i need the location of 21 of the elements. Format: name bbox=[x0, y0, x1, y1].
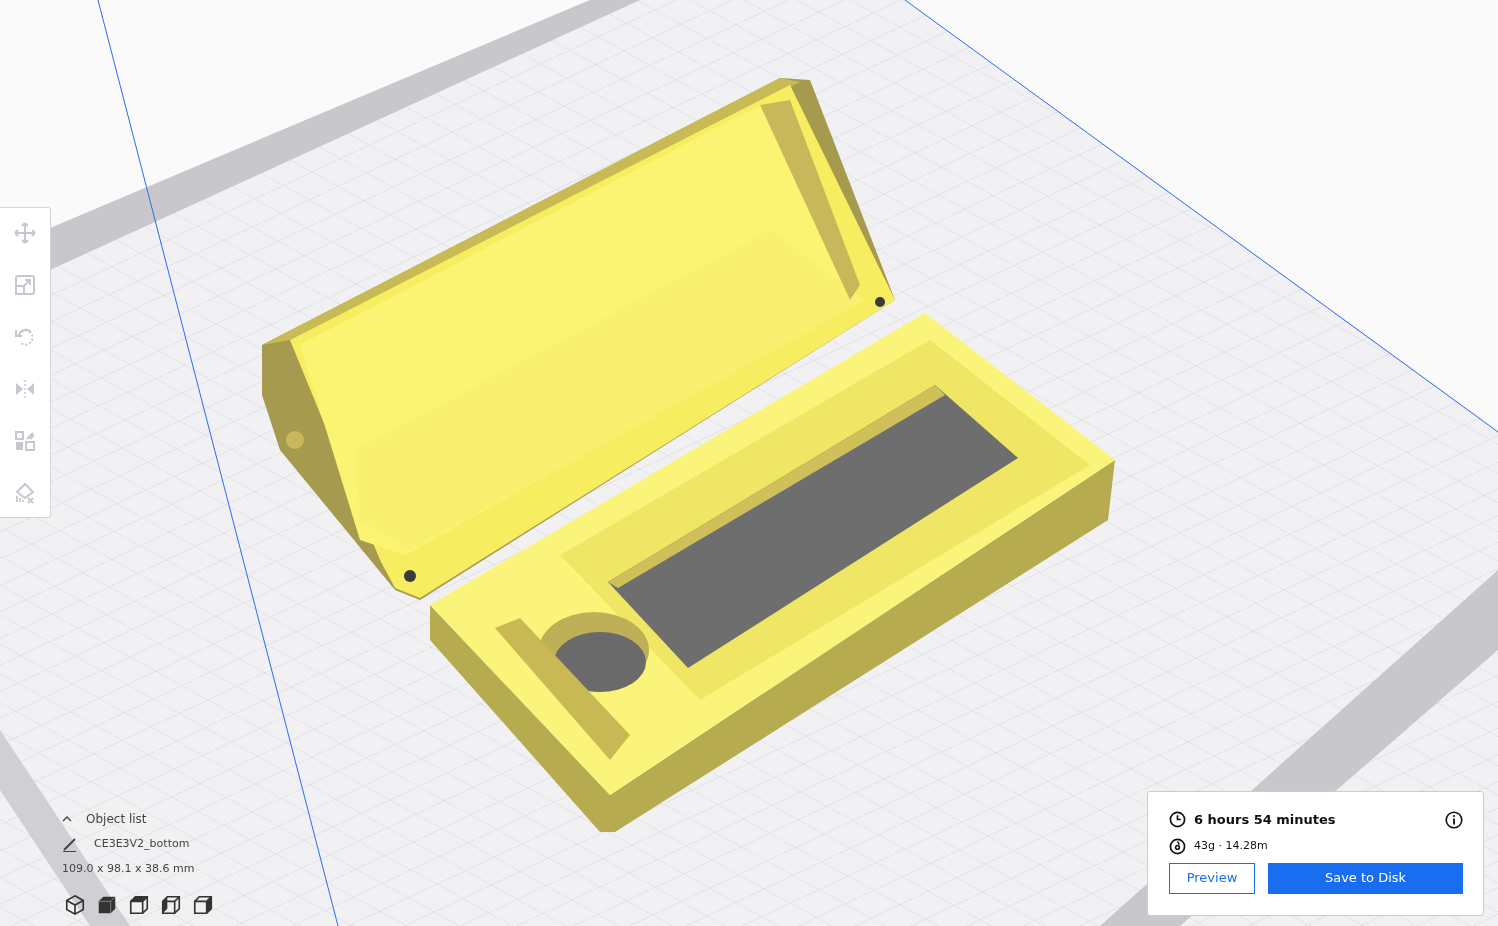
move-arrows-icon bbox=[13, 221, 37, 245]
preview-button[interactable]: Preview bbox=[1169, 862, 1255, 894]
object-list-toggle[interactable]: Object list bbox=[62, 810, 147, 828]
left-view-icon bbox=[160, 894, 182, 916]
object-dimensions: 109.0 x 98.1 x 38.6 mm bbox=[62, 860, 196, 877]
info-icon[interactable] bbox=[1445, 810, 1463, 829]
clock-icon bbox=[1169, 811, 1186, 829]
cube-icon bbox=[64, 894, 86, 916]
right-view-icon bbox=[192, 894, 214, 916]
material-usage: 43g · 14.28m bbox=[1194, 837, 1268, 854]
save-button[interactable]: Save to Disk bbox=[1268, 862, 1463, 894]
mirror-icon bbox=[13, 377, 37, 401]
top-view-icon bbox=[128, 894, 150, 916]
edit-icon bbox=[62, 836, 78, 853]
grid-settings-icon bbox=[13, 429, 37, 453]
scale-icon bbox=[13, 273, 37, 297]
support-blocker-icon bbox=[13, 481, 37, 505]
print-time: 6 hours 54 minutes bbox=[1194, 811, 1336, 829]
filament-spool-icon bbox=[1169, 837, 1186, 855]
front-view-icon bbox=[96, 894, 118, 916]
object-name: CE3E3V2_bottom bbox=[94, 836, 190, 852]
